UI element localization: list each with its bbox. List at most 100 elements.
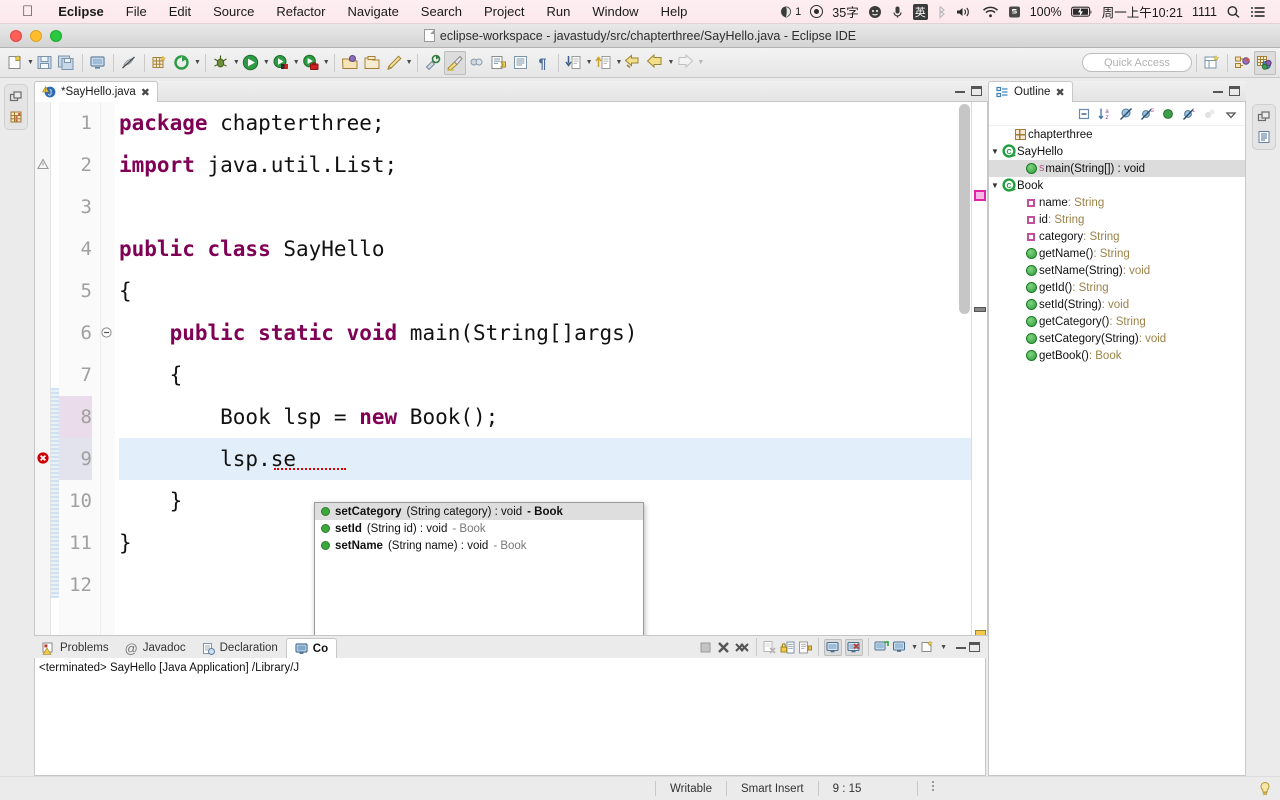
external-tools-button[interactable]	[171, 51, 193, 75]
microphone-icon[interactable]	[891, 5, 904, 19]
outline-tree[interactable]: az S L chapterthree ▼ C SayHello S main(…	[988, 102, 1246, 776]
debug-button[interactable]	[210, 51, 232, 75]
code-line[interactable]: {	[119, 270, 971, 312]
hide-non-public-icon[interactable]	[1160, 106, 1176, 122]
pilcrow-button[interactable]: ¶	[532, 51, 554, 75]
twisty-expanded-icon[interactable]: ▼	[989, 181, 1001, 190]
clear-console-icon[interactable]	[762, 640, 777, 655]
coverage-button[interactable]	[270, 51, 292, 75]
content-assist-proposal[interactable]: setName (String name) : void - Book	[315, 537, 643, 554]
code-line[interactable]: public class SayHello	[119, 228, 971, 270]
remove-all-x-icon[interactable]	[734, 640, 751, 655]
next-edit-button[interactable]	[488, 51, 510, 75]
editor-tab-sayhello[interactable]: J! *SayHello.java ✖	[34, 81, 159, 102]
show-console-stderr-icon[interactable]	[845, 638, 864, 656]
menu-edit[interactable]: Edit	[158, 4, 202, 19]
task-list-icon[interactable]	[1257, 130, 1271, 144]
code-line[interactable]: lsp.se	[119, 438, 971, 480]
outline-item-getbook[interactable]: getBook() : Book	[989, 347, 1245, 364]
content-assist-popup[interactable]: setCategory (String category) : void - Bo…	[314, 502, 644, 635]
menu-help[interactable]: Help	[650, 4, 699, 19]
print-button[interactable]	[87, 51, 109, 75]
menu-run[interactable]: Run	[535, 4, 581, 19]
new-wizard-button[interactable]	[4, 51, 26, 75]
menu-project[interactable]: Project	[473, 4, 535, 19]
new-perspective-button[interactable]	[1201, 51, 1223, 75]
run-dropdown[interactable]: ▼	[263, 59, 270, 66]
menu-window[interactable]: Window	[581, 4, 649, 19]
package-explorer-icon[interactable]	[9, 110, 23, 124]
highlight-button[interactable]	[443, 50, 466, 75]
run-button[interactable]	[240, 51, 262, 75]
editor-vertical-scrollbar[interactable]	[959, 104, 970, 314]
content-assist-proposal[interactable]: setCategory (String category) : void - Bo…	[315, 503, 643, 520]
save-all-button[interactable]	[56, 51, 78, 75]
open-console-icon[interactable]	[921, 640, 936, 654]
menu-refactor[interactable]: Refactor	[265, 4, 336, 19]
link-with-editor-button[interactable]	[466, 51, 488, 75]
coverage-dropdown[interactable]: ▼	[293, 59, 300, 66]
code-line[interactable]: Book lsp = new Book();	[119, 396, 971, 438]
user-label[interactable]: 1111	[1192, 5, 1217, 19]
outline-item-setid-string[interactable]: setId(String) : void	[989, 296, 1245, 313]
dropbox-icon[interactable]: 1	[779, 5, 801, 19]
outline-item-main-string-void[interactable]: Smain(String[]) : void	[989, 160, 1245, 177]
show-console-stdout-icon[interactable]	[824, 638, 843, 656]
quick-access-input[interactable]: Quick Access	[1082, 53, 1192, 72]
chevron-down-icon[interactable]	[1223, 106, 1239, 122]
volume-icon[interactable]	[956, 5, 973, 19]
outline-item-category[interactable]: category : String	[989, 228, 1245, 245]
show-whitespace-button[interactable]	[510, 51, 532, 75]
code-line[interactable]	[119, 186, 971, 228]
sogou-input-icon[interactable]	[868, 5, 882, 19]
overview-ruler[interactable]	[971, 102, 987, 635]
remove-x-icon[interactable]	[716, 640, 731, 655]
minimize-icon[interactable]	[956, 646, 966, 649]
control-center-icon[interactable]	[1250, 5, 1266, 19]
close-tab-icon[interactable]: ✖	[141, 86, 150, 99]
mark-occurrences-button[interactable]	[118, 51, 140, 75]
search-icon[interactable]	[1226, 5, 1241, 19]
pin-console-icon[interactable]	[874, 640, 889, 654]
maximize-icon[interactable]	[1229, 86, 1240, 96]
quick-tip-icon[interactable]	[1258, 781, 1280, 797]
outline-item-sayhello[interactable]: ▼ C SayHello	[989, 143, 1245, 160]
run-last-tool-button[interactable]	[300, 51, 322, 75]
maximize-icon[interactable]	[969, 642, 980, 652]
code-line[interactable]: import java.util.List;	[119, 144, 971, 186]
external-tools-dropdown[interactable]: ▼	[194, 59, 201, 66]
display-console-dropdown[interactable]: ▼	[911, 644, 918, 651]
outline-tab[interactable]: Outline ✖	[988, 81, 1073, 102]
tab-problems[interactable]: Problems	[34, 638, 117, 658]
maximize-icon[interactable]	[971, 86, 982, 96]
gray-marker[interactable]	[974, 307, 986, 312]
outline-item-id[interactable]: id : String	[989, 211, 1245, 228]
terminate-square-icon[interactable]	[698, 640, 713, 655]
display-console-icon[interactable]	[892, 640, 907, 654]
prev-annotation-dropdown[interactable]: ▼	[616, 59, 623, 66]
sort-az-icon[interactable]: az	[1097, 106, 1113, 122]
warning-icon[interactable]	[37, 158, 49, 170]
outline-item-setname-string[interactable]: setName(String) : void	[989, 262, 1245, 279]
new-package-button[interactable]	[149, 51, 171, 75]
ime-language-badge[interactable]: 英	[912, 3, 928, 20]
open-type-button[interactable]	[339, 51, 361, 75]
forward-history-button[interactable]	[674, 51, 696, 75]
console-output[interactable]: <terminated> SayHello [Java Application]…	[34, 658, 986, 776]
menu-search[interactable]: Search	[410, 4, 473, 19]
hide-local-types-icon[interactable]: L	[1181, 106, 1197, 122]
restore-view-icon[interactable]	[9, 90, 23, 104]
scroll-lock-icon[interactable]	[780, 640, 795, 655]
prev-annotation-button[interactable]	[593, 51, 615, 75]
word-wrap-icon[interactable]	[798, 640, 813, 655]
debug-dropdown[interactable]: ▼	[233, 59, 240, 66]
outline-item-name[interactable]: name : String	[989, 194, 1245, 211]
resize-handle-icon[interactable]	[918, 780, 948, 797]
annotation-ruler[interactable]	[35, 102, 51, 635]
save-button[interactable]	[34, 51, 56, 75]
new-wizard-dropdown[interactable]: ▼	[27, 59, 34, 66]
editor-text-area[interactable]: 1 2 3 4 5 6 7 8 9 10 11 12 package chapterthree; imp…	[34, 102, 988, 636]
fold-collapse-icon[interactable]	[101, 327, 112, 338]
tab-declaration[interactable]: Declaration	[194, 638, 286, 658]
menu-eclipse[interactable]: Eclipse	[47, 4, 115, 19]
